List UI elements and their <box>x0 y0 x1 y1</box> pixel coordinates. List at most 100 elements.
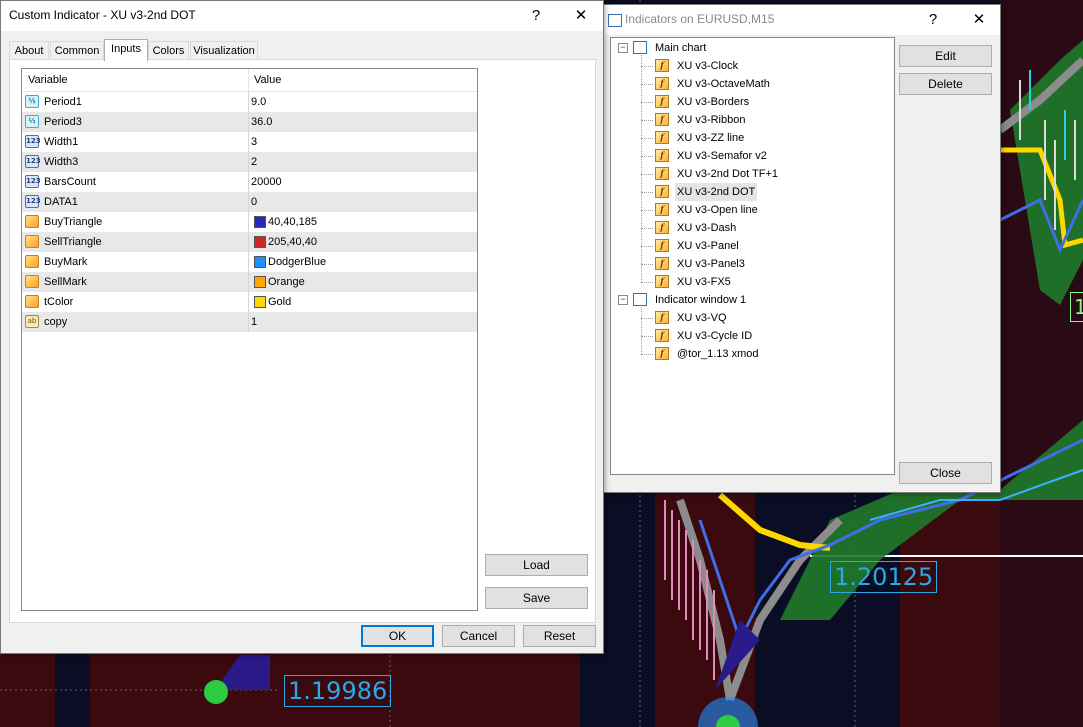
function-icon: f <box>655 239 669 252</box>
price-label-right: 1.20125 <box>830 561 938 593</box>
collapse-toggle[interactable]: − <box>618 43 628 53</box>
table-row[interactable]: 123 Width3 2 <box>22 152 477 172</box>
tab-about[interactable]: About <box>9 41 49 60</box>
variable-name: Width3 <box>44 156 79 168</box>
ok-button[interactable]: OK <box>361 625 434 647</box>
help-button[interactable]: ? <box>918 9 948 31</box>
tree-item-label: XU v3-VQ <box>677 312 727 324</box>
variable-name: BuyMark <box>44 256 88 268</box>
variable-name: BuyTriangle <box>44 216 103 228</box>
delete-button[interactable]: Delete <box>899 73 992 95</box>
color-swatch[interactable] <box>254 296 266 308</box>
table-row[interactable]: ½ Period1 9.0 <box>22 92 477 112</box>
variable-value[interactable]: 36.0 <box>251 116 272 128</box>
price-label-bottom: 1.19986 <box>284 675 392 707</box>
function-icon: f <box>655 167 669 180</box>
integer-type-icon: 123 <box>25 175 41 188</box>
color-type-icon <box>25 255 39 268</box>
variable-value[interactable]: 20000 <box>251 176 282 188</box>
variable-value[interactable]: 0 <box>251 196 257 208</box>
variable-value[interactable]: 205,40,40 <box>268 236 317 248</box>
function-icon: f <box>655 275 669 288</box>
function-icon: f <box>655 221 669 234</box>
chart-shade-region <box>655 490 755 727</box>
indicators-window: Indicators on EURUSD,M15 ? ✕ − Main chart… <box>603 4 1001 493</box>
tree-item-label: XU v3-Semafor v2 <box>677 150 767 162</box>
tree-item-label: XU v3-ZZ line <box>677 132 745 144</box>
indicators-title: Indicators on EURUSD,M15 <box>625 12 775 26</box>
variable-value[interactable]: 9.0 <box>251 96 266 108</box>
tab-inputs[interactable]: Inputs <box>104 39 148 61</box>
function-icon: f <box>655 95 669 108</box>
tree-item-label: XU v3-OctaveMath <box>677 78 770 90</box>
variable-value[interactable]: Gold <box>268 296 291 308</box>
help-button[interactable]: ? <box>521 5 551 27</box>
function-icon: f <box>655 311 669 324</box>
table-row[interactable]: SellTriangle 205,40,40 <box>22 232 477 252</box>
tree-item-label: XU v3-2nd Dot TF+1 <box>677 168 778 180</box>
table-row[interactable]: 123 BarsCount 20000 <box>22 172 477 192</box>
integer-type-icon: 123 <box>25 155 41 168</box>
column-value[interactable]: Value <box>254 74 281 86</box>
table-row[interactable]: ½ Period3 36.0 <box>22 112 477 132</box>
variable-name: Width1 <box>44 136 79 148</box>
function-icon: f <box>655 347 669 360</box>
tree-item-label: XU v3-2nd DOT <box>675 183 758 201</box>
tree-group-label: Main chart <box>655 42 707 54</box>
function-icon: f <box>655 113 669 126</box>
variable-name: SellTriangle <box>44 236 102 248</box>
cancel-button[interactable]: Cancel <box>442 625 515 647</box>
load-button[interactable]: Load <box>485 554 588 576</box>
variable-value[interactable]: 3 <box>251 136 257 148</box>
variable-value[interactable]: 40,40,185 <box>268 216 317 228</box>
column-variable[interactable]: Variable <box>28 74 68 86</box>
variable-value[interactable]: DodgerBlue <box>268 256 326 268</box>
tree-item-label: @tor_1.13 xmod <box>677 348 759 360</box>
tab-colors[interactable]: Colors <box>148 41 189 60</box>
tree-item-label: XU v3-Panel <box>677 240 739 252</box>
variable-value[interactable]: Orange <box>268 276 305 288</box>
function-icon: f <box>655 149 669 162</box>
reset-button[interactable]: Reset <box>523 625 596 647</box>
close-button[interactable]: Close <box>899 462 992 484</box>
table-row[interactable]: SellMark Orange <box>22 272 477 292</box>
dialog-title: Custom Indicator - XU v3-2nd DOT <box>9 8 196 22</box>
variable-name: BarsCount <box>44 176 96 188</box>
table-row[interactable]: ab copy 1 <box>22 312 477 332</box>
edit-button[interactable]: Edit <box>899 45 992 67</box>
tab-common[interactable]: Common <box>50 41 104 60</box>
color-swatch[interactable] <box>254 276 266 288</box>
chart-window-icon <box>633 41 647 54</box>
variable-value[interactable]: 2 <box>251 156 257 168</box>
table-row[interactable]: 123 Width1 3 <box>22 132 477 152</box>
tree-item-label: XU v3-Borders <box>677 96 750 108</box>
function-icon: f <box>655 203 669 216</box>
table-row[interactable]: BuyTriangle 40,40,185 <box>22 212 477 232</box>
chart-window-icon <box>633 293 647 306</box>
tree-item-label: XU v3-Dash <box>677 222 737 234</box>
variable-name: tColor <box>44 296 74 308</box>
table-row[interactable]: 123 DATA1 0 <box>22 192 477 212</box>
color-type-icon <box>25 215 39 228</box>
tree-item-label: XU v3-Ribbon <box>677 114 746 126</box>
grid-header: Variable Value <box>22 69 477 92</box>
color-swatch[interactable] <box>254 216 266 228</box>
function-icon: f <box>655 77 669 90</box>
tab-visualization[interactable]: Visualization <box>190 41 258 60</box>
table-row[interactable]: BuyMark DodgerBlue <box>22 252 477 272</box>
inputs-grid[interactable]: Variable Value ½ Period1 9.0 ½ Period3 36.0 12… <box>21 68 478 611</box>
collapse-toggle[interactable]: − <box>618 295 628 305</box>
close-icon[interactable]: ✕ <box>566 5 596 27</box>
color-swatch[interactable] <box>254 256 266 268</box>
indicators-tree[interactable]: − Main chart f XU v3-Clock f XU v3-OctaveMath… <box>610 37 895 475</box>
custom-indicator-dialog: Custom Indicator - XU v3-2nd DOT ? ✕ Abo… <box>0 0 604 654</box>
function-icon: f <box>655 59 669 72</box>
table-row[interactable]: tColor Gold <box>22 292 477 312</box>
inputs-pane: Variable Value ½ Period1 9.0 ½ Period3 36.0 12… <box>9 59 596 623</box>
variable-value[interactable]: 1 <box>251 316 257 328</box>
indicators-titlebar[interactable]: Indicators on EURUSD,M15 ? ✕ <box>604 5 1000 35</box>
color-swatch[interactable] <box>254 236 266 248</box>
save-button[interactable]: Save <box>485 587 588 609</box>
dialog-titlebar[interactable]: Custom Indicator - XU v3-2nd DOT ? ✕ <box>1 1 603 31</box>
close-icon[interactable]: ✕ <box>964 9 994 31</box>
